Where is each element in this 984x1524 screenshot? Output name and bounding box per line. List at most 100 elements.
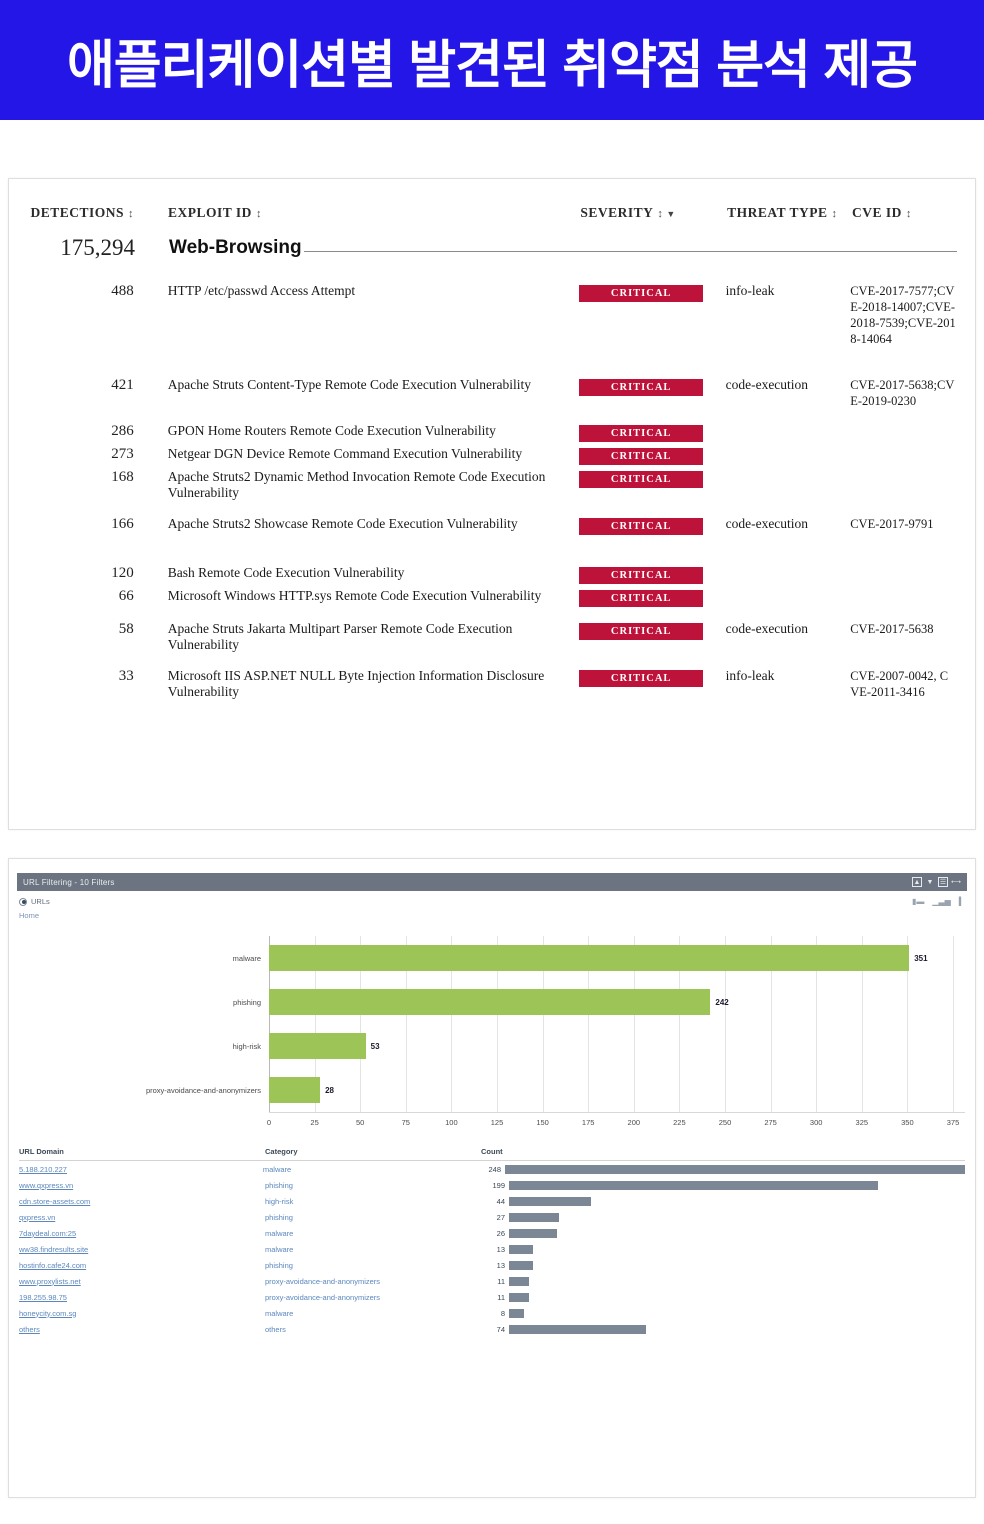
url-filtering-card: URL Filtering - 10 Filters ▲ ▼ ☰ ⟷ URLs … <box>8 858 976 1498</box>
column-header-detections[interactable]: DETECTIONS ↕ <box>27 205 146 221</box>
column-header-cve-id[interactable]: CVE ID ↕ <box>848 205 957 221</box>
domain-count-bar <box>509 1244 534 1254</box>
chart-bar[interactable] <box>269 945 910 971</box>
list-icon[interactable]: ☰ <box>938 877 948 887</box>
status-badge: CRITICAL <box>579 517 704 535</box>
chart-x-tick-label: 50 <box>356 1118 365 1127</box>
table-row[interactable]: qxpress.vn phishing 27 <box>19 1209 965 1225</box>
chart-x-tick-label: 200 <box>627 1118 641 1127</box>
column-header-threat-type[interactable]: THREAT TYPE ↕ <box>721 205 848 221</box>
table-row[interactable]: 168 Apache Struts2 Dynamic Method Invoca… <box>27 469 957 502</box>
domain-category: malware <box>262 1164 292 1174</box>
domain-link[interactable]: 5.188.210.227 <box>19 1165 263 1174</box>
sort-descending-icon[interactable]: ▼ <box>666 209 675 219</box>
domain-count-value: 74 <box>496 1324 505 1334</box>
table-row[interactable]: 488 HTTP /etc/passwd Access Attempt CRIT… <box>27 283 957 347</box>
image-icon[interactable]: ▲ <box>912 877 922 887</box>
domain-link[interactable]: www.proxylists.net <box>19 1277 265 1286</box>
table-row[interactable]: others others 74 <box>19 1321 965 1337</box>
row-spacer <box>27 351 957 377</box>
urls-radio-label: URLs <box>31 897 50 906</box>
table-row[interactable]: ww38.findresults.site malware 13 <box>19 1241 965 1257</box>
table-row[interactable]: 120 Bash Remote Code Execution Vulnerabi… <box>27 565 957 584</box>
filter-icon[interactable]: ▼ <box>925 877 935 887</box>
domain-category: phishing <box>265 1180 293 1190</box>
domain-link[interactable]: 7daydeal.com:25 <box>19 1229 265 1238</box>
table-row[interactable]: hostinfo.cafe24.com phishing 13 <box>19 1257 965 1273</box>
chart-bar-track: 28 <box>269 1068 965 1112</box>
column-header-severity[interactable]: SEVERITY ↕ ▼ <box>572 205 721 221</box>
row-severity: CRITICAL <box>571 516 719 535</box>
sort-icon[interactable]: ↕ <box>128 208 134 220</box>
table-row[interactable]: www.qxpress.vn phishing 199 <box>19 1177 965 1193</box>
table-row[interactable]: 58 Apache Struts Jakarta Multipart Parse… <box>27 621 957 654</box>
table-row[interactable]: 33 Microsoft IIS ASP.NET NULL Byte Injec… <box>27 668 957 701</box>
sort-icon[interactable]: ↕ <box>906 208 912 220</box>
chart-x-tick-label: 225 <box>673 1118 686 1127</box>
domain-category: proxy-avoidance-and-anonymizers <box>265 1276 381 1286</box>
column-header-category[interactable]: Category <box>265 1147 481 1156</box>
table-row[interactable]: www.proxylists.net proxy-avoidance-and-an… <box>19 1273 965 1289</box>
domain-category: malware <box>265 1244 294 1254</box>
sort-icon[interactable]: ↕ <box>256 208 262 220</box>
bar-chart-icon[interactable]: ▁▃▅ <box>932 897 950 906</box>
domain-link[interactable]: ww38.findresults.site <box>19 1245 265 1254</box>
table-row[interactable]: 273 Netgear DGN Device Remote Command Ex… <box>27 446 957 465</box>
chart-bar[interactable] <box>269 1033 366 1059</box>
domain-link[interactable]: others <box>19 1325 265 1334</box>
chart-bar[interactable] <box>269 989 711 1015</box>
table-row[interactable]: 166 Apache Struts2 Showcase Remote Code … <box>27 516 957 535</box>
column-header-count[interactable]: Count <box>481 1147 965 1156</box>
sort-icon[interactable]: ↕ <box>831 208 837 220</box>
domain-count-value: 199 <box>492 1180 505 1190</box>
expand-icon[interactable]: ⟷ <box>951 877 961 887</box>
domain-count-bar <box>509 1292 530 1302</box>
domain-link[interactable]: cdn.store-assets.com <box>19 1197 265 1206</box>
row-severity: CRITICAL <box>571 469 719 488</box>
chart-bar-row[interactable]: phishing 242 <box>19 980 965 1024</box>
table-row[interactable]: 286 GPON Home Routers Remote Code Execut… <box>27 423 957 442</box>
table-row[interactable]: honeycity.com.sg malware 8 <box>19 1305 965 1321</box>
domain-count-bar <box>509 1276 530 1286</box>
domain-link[interactable]: honeycity.com.sg <box>19 1309 265 1318</box>
radio-icon[interactable] <box>19 897 27 906</box>
breadcrumb[interactable]: Home <box>19 911 965 920</box>
domain-count-cell: 8 <box>481 1308 965 1318</box>
domain-count-bar <box>509 1228 558 1238</box>
domain-link[interactable]: qxpress.vn <box>19 1213 265 1222</box>
sort-icon[interactable]: ↕ <box>657 208 663 220</box>
exploit-table-header: DETECTIONS ↕ EXPLOIT ID ↕ SEVERITY ↕ ▼ THREA… <box>27 205 957 221</box>
exploit-rows: 488 HTTP /etc/passwd Access Attempt CRIT… <box>27 283 957 701</box>
domain-link[interactable]: hostinfo.cafe24.com <box>19 1261 265 1270</box>
chart-bar-row[interactable]: malware 351 <box>19 936 965 980</box>
sort-icon[interactable]: ▮▬ <box>912 897 924 906</box>
url-domain-table-header: URL Domain Category Count <box>19 1147 965 1161</box>
table-row[interactable]: 421 Apache Struts Content-Type Remote Co… <box>27 377 957 409</box>
chart-x-tick-label: 300 <box>809 1118 823 1127</box>
column-header-exploit-id-label: EXPLOIT ID <box>168 205 252 220</box>
domain-count-bar <box>509 1308 524 1318</box>
domain-category: malware <box>265 1228 294 1238</box>
column-header-url-domain[interactable]: URL Domain <box>19 1147 265 1156</box>
exploit-group-row[interactable]: 175,294 Web-Browsing <box>27 235 957 261</box>
chart-bar-row[interactable]: high-risk 53 <box>19 1024 965 1068</box>
domain-count-value: 26 <box>496 1228 505 1238</box>
table-row[interactable]: 7daydeal.com:25 malware 26 <box>19 1225 965 1241</box>
table-row[interactable]: 66 Microsoft Windows HTTP.sys Remote Cod… <box>27 588 957 607</box>
chart-bar[interactable] <box>269 1077 321 1103</box>
table-row[interactable]: 198.255.98.75 proxy-avoidance-and-anonymi… <box>19 1289 965 1305</box>
column-chart-icon[interactable]: ▍ <box>959 897 965 906</box>
row-spacer <box>27 413 957 423</box>
status-badge: CRITICAL <box>579 669 704 687</box>
table-row[interactable]: 5.188.210.227 malware 248 <box>19 1161 965 1177</box>
domain-link[interactable]: 198.255.98.75 <box>19 1293 265 1302</box>
column-header-exploit-id[interactable]: EXPLOIT ID ↕ <box>146 205 572 221</box>
table-row[interactable]: cdn.store-assets.com high-risk 44 <box>19 1193 965 1209</box>
domain-count-cell: 13 <box>481 1244 965 1254</box>
urls-radio-option[interactable]: URLs <box>19 897 50 906</box>
row-exploit-id: GPON Home Routers Remote Code Execution … <box>167 423 496 438</box>
domain-link[interactable]: www.qxpress.vn <box>19 1181 265 1190</box>
chart-bar-row[interactable]: proxy-avoidance-and-anonymizers 28 <box>19 1068 965 1112</box>
row-threat-type: info-leak <box>725 667 775 683</box>
row-cve-id: CVE-2017-7577;CVE-2018-14007;CVE-2018-75… <box>850 284 956 346</box>
